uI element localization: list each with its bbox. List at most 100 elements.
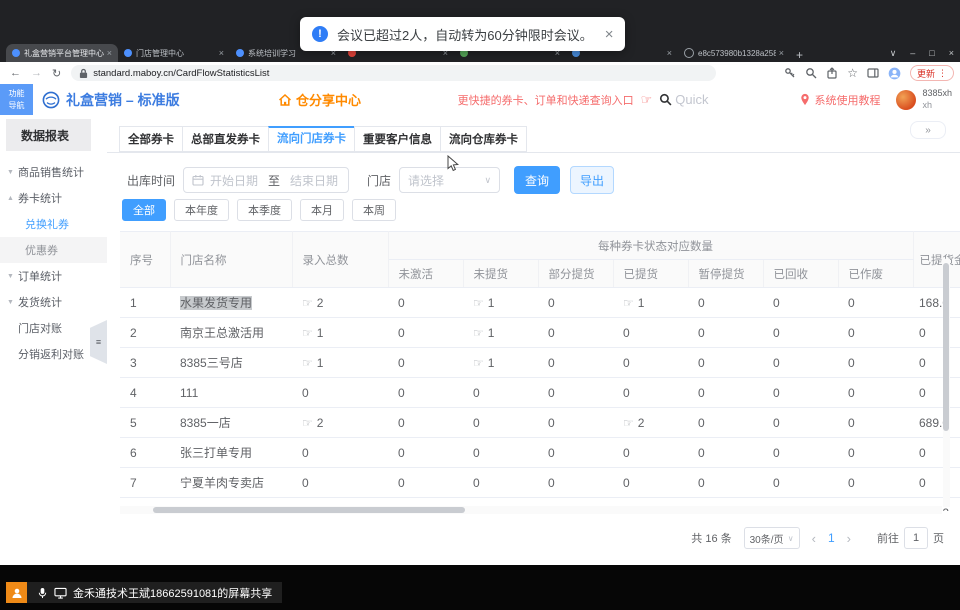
pointer-icon[interactable]: ☞ — [473, 356, 484, 370]
window-controls: ∨ – □ × — [890, 44, 954, 62]
export-button[interactable]: 导出 — [570, 166, 614, 194]
table-cell: ☞1 — [613, 288, 688, 318]
horizontal-scrollbar-thumb[interactable] — [153, 507, 465, 513]
table-cell: 0 — [688, 408, 763, 438]
vertical-scrollbar-thumb[interactable] — [943, 263, 949, 431]
address-bar[interactable]: standard.maboy.cn/CardFlowStatisticsList — [71, 65, 716, 81]
table-row[interactable]: 1水果发货专用☞20☞10☞1000168.0 — [120, 288, 960, 318]
table-cell: 0 — [913, 348, 960, 378]
quick-filter-button[interactable]: 本年度 — [174, 199, 229, 221]
browser-tab[interactable]: 礼盒营销平台管理中心× — [6, 44, 118, 62]
minimize-icon[interactable]: – — [910, 48, 915, 58]
tutorial-label: 系统使用教程 — [814, 92, 880, 108]
sidebar-item[interactable]: ▼商品销售统计 — [0, 159, 107, 185]
tab-close-icon[interactable]: × — [107, 48, 112, 58]
search-button[interactable]: 查询 — [514, 166, 560, 194]
bookmark-star-icon[interactable]: ☆ — [847, 66, 858, 80]
back-icon[interactable]: ← — [10, 67, 21, 79]
status-col-header: 部分提货 — [538, 260, 613, 288]
tab-close-icon[interactable]: × — [779, 48, 784, 58]
table-cell: 0 — [913, 438, 960, 468]
new-tab-icon[interactable]: + — [796, 48, 803, 62]
pointer-icon[interactable]: ☞ — [623, 296, 634, 310]
bottom-band: 金禾通技术王斌18662591081的屏幕共享 — [0, 565, 960, 610]
table-row[interactable]: 2南京王总激活用☞10☞1000000 — [120, 318, 960, 348]
pointer-icon[interactable]: ☞ — [302, 416, 313, 430]
quick-filter-button[interactable]: 本季度 — [237, 199, 292, 221]
content-tab[interactable]: 流向仓库券卡 — [440, 126, 527, 152]
table-row[interactable]: 58385一店☞2000☞2000689.0 — [120, 408, 960, 438]
warehouse-share-center-link[interactable]: 仓分享中心 — [278, 84, 361, 115]
table-row[interactable]: 38385三号店☞10☞1000000 — [120, 348, 960, 378]
store-name: 水果发货专用 — [180, 296, 252, 310]
arrow-up-icon: ▲ — [7, 195, 14, 202]
date-range-input[interactable]: 开始日期 至 结束日期 — [183, 167, 349, 193]
site-logo-icon — [12, 49, 20, 57]
goto-page-input[interactable]: 1 — [904, 527, 928, 549]
share-icon[interactable] — [826, 67, 838, 79]
tutorial-link[interactable]: 系统使用教程 — [800, 92, 880, 108]
function-nav-button[interactable]: 功能 导航 — [0, 84, 33, 115]
sidebar-item-label: 发货统计 — [18, 294, 62, 310]
table-row[interactable]: 7宁夏羊肉专卖店000000000 — [120, 468, 960, 498]
store-name-cell: 水果发货专用 — [170, 288, 292, 318]
url-text: standard.maboy.cn/CardFlowStatisticsList — [93, 68, 269, 79]
tab-close-icon[interactable]: × — [667, 48, 672, 58]
page-size-select[interactable]: 30条/页 ∨ — [744, 527, 800, 549]
store-name: 8385三号店 — [180, 356, 243, 370]
quick-filter-button[interactable]: 本周 — [352, 199, 396, 221]
zoom-icon[interactable] — [805, 67, 817, 79]
menu-icon: ≡ — [96, 337, 101, 347]
tab-close-icon[interactable]: × — [219, 48, 224, 58]
browser-update-button[interactable]: 更新 ⋮ — [910, 65, 954, 81]
window-close-icon[interactable]: × — [949, 48, 954, 58]
quick-filter-button[interactable]: 本月 — [300, 199, 344, 221]
forward-icon[interactable]: → — [31, 67, 42, 79]
pointer-icon[interactable]: ☞ — [623, 416, 634, 430]
pointer-icon[interactable]: ☞ — [302, 296, 313, 310]
profile-icon[interactable] — [888, 67, 901, 80]
current-page[interactable]: 1 — [828, 531, 835, 545]
pointer-icon[interactable]: ☞ — [302, 356, 313, 370]
tab-search-icon[interactable]: ∨ — [890, 48, 897, 59]
sidebar-item[interactable]: 优惠券 — [0, 237, 107, 263]
table-row[interactable]: 4111000000000 — [120, 378, 960, 408]
table-cell: ☞2 — [292, 408, 388, 438]
content-tab[interactable]: 重要客户信息 — [354, 126, 441, 152]
meeting-toast: ! 会议已超过2人，自动转为60分钟限时会议。 × — [300, 17, 625, 51]
quick-filter-button[interactable]: 全部 — [122, 199, 166, 221]
status-col-header: 已回收 — [763, 260, 838, 288]
sidebar-item[interactable]: 兑换礼券 — [0, 211, 107, 237]
user-avatar[interactable] — [896, 90, 916, 110]
maximize-icon[interactable]: □ — [929, 48, 934, 58]
browser-tab-title: e8c573980b1328a258fd2e6... — [698, 49, 776, 58]
pointer-icon[interactable]: ☞ — [302, 326, 313, 340]
sidebar-item[interactable]: ▼发货统计 — [0, 289, 107, 315]
key-icon[interactable] — [784, 67, 796, 79]
pointer-icon[interactable]: ☞ — [473, 326, 484, 340]
quick-search-icon[interactable] — [659, 93, 672, 106]
browser-tab[interactable]: 门店管理中心× — [118, 44, 230, 62]
sidebar-item[interactable]: ▼订单统计 — [0, 263, 107, 289]
expand-tabs-button[interactable]: » — [910, 121, 946, 139]
pointer-icon[interactable]: ☞ — [473, 296, 484, 310]
prev-page-icon[interactable]: ‹ — [812, 531, 816, 546]
status-col-header: 已作废 — [838, 260, 913, 288]
refresh-icon[interactable]: ↻ — [52, 67, 61, 80]
next-page-icon[interactable]: › — [847, 531, 851, 546]
table-row[interactable]: 6张三打单专用000000000 — [120, 438, 960, 468]
main-content: 全部券卡总部直发券卡流向门店券卡重要客户信息流向仓库券卡 » 出库时间 开始日期… — [107, 115, 960, 565]
content-tab[interactable]: 全部券卡 — [119, 126, 183, 152]
content-tab[interactable]: 流向门店券卡 — [268, 126, 355, 152]
row-index-cell: 6 — [120, 438, 170, 468]
table-cell: 0 — [388, 438, 463, 468]
toast-close-icon[interactable]: × — [605, 26, 614, 43]
browser-tab[interactable]: e8c573980b1328a258fd2e6...× — [678, 44, 790, 62]
content-tab[interactable]: 总部直发券卡 — [182, 126, 269, 152]
table-cell: 0 — [538, 378, 613, 408]
chevron-down-icon: ∨ — [484, 175, 491, 186]
quick-label[interactable]: Quick — [675, 92, 708, 107]
table-cell: ☞2 — [613, 408, 688, 438]
side-panel-icon[interactable] — [867, 67, 879, 79]
sidebar-item[interactable]: ▲券卡统计 — [0, 185, 107, 211]
